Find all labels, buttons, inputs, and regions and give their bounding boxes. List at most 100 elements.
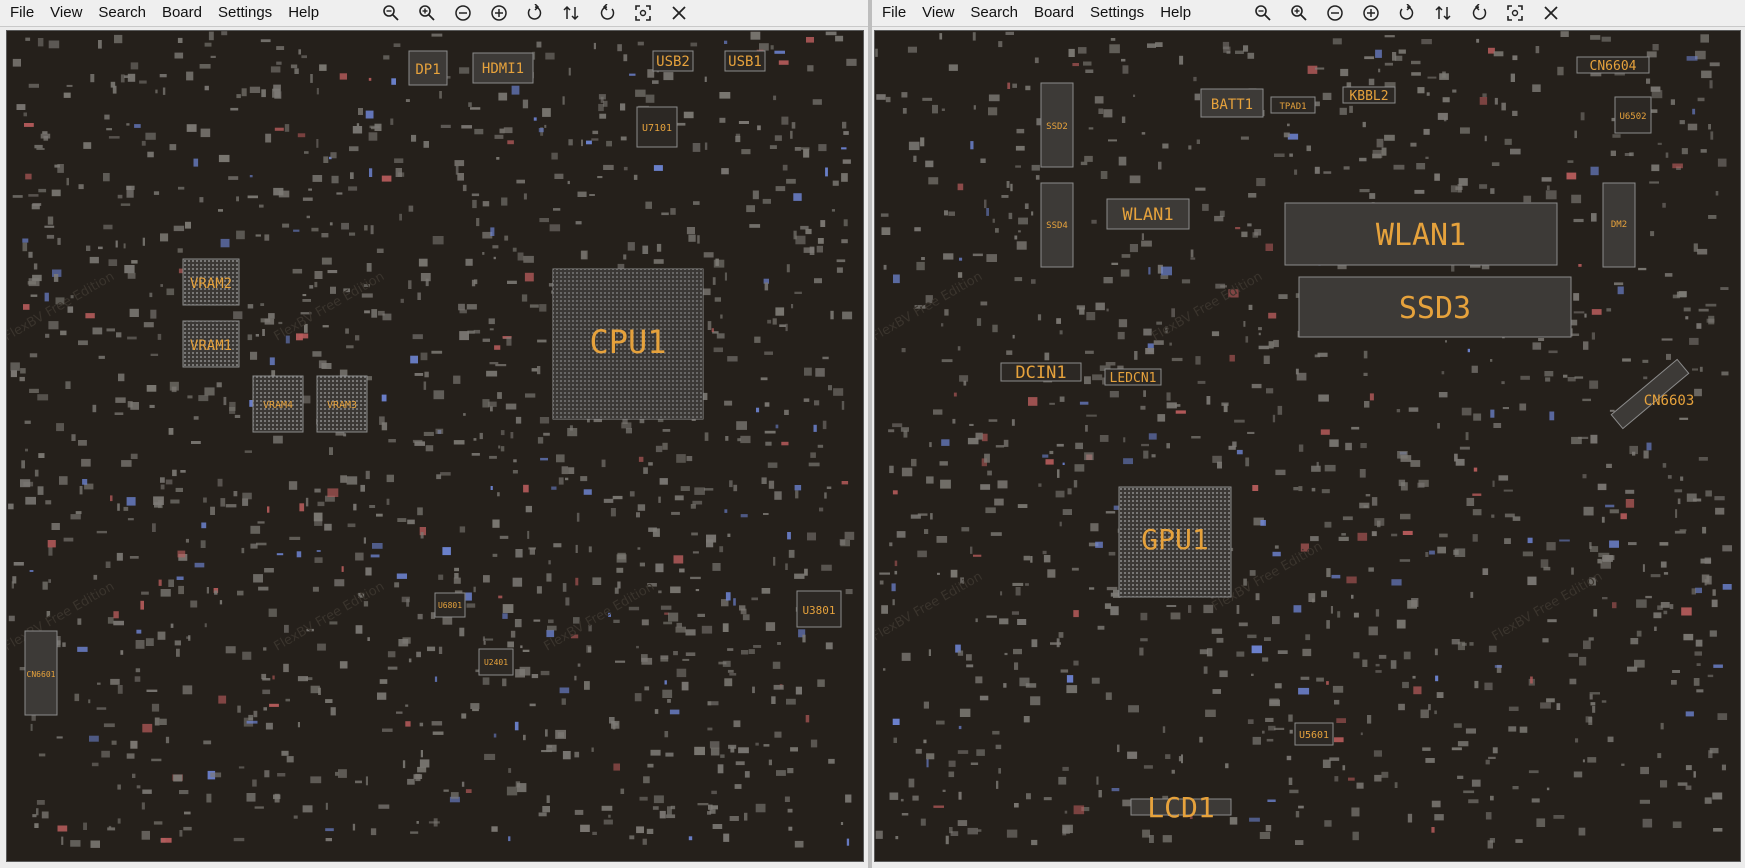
menu-file[interactable]: File bbox=[872, 0, 914, 26]
component-label-vram3[interactable]: VRAM3 bbox=[327, 400, 357, 411]
component-label-vram4[interactable]: VRAM4 bbox=[263, 400, 293, 411]
pcb-pad bbox=[1003, 683, 1007, 688]
pcb-pad bbox=[461, 125, 472, 129]
pcb-pad bbox=[1287, 123, 1290, 127]
component-label-usb1[interactable]: USB1 bbox=[728, 54, 762, 70]
zoom-out-icon[interactable] bbox=[1249, 2, 1277, 24]
pcb-pad bbox=[1025, 85, 1031, 91]
pcb-pad bbox=[1249, 817, 1260, 822]
pcb-pad bbox=[203, 740, 212, 745]
component-label-dp1[interactable]: DP1 bbox=[415, 62, 440, 78]
pcb-pad bbox=[1375, 670, 1382, 673]
menu-settings[interactable]: Settings bbox=[210, 0, 280, 26]
board-canvas-left[interactable]: FlexBV Free Edition FlexBV Free Edition … bbox=[6, 30, 864, 862]
fit-screen-icon[interactable] bbox=[1501, 2, 1529, 24]
component-label-dcin1[interactable]: DCIN1 bbox=[1015, 363, 1066, 383]
pcb-pad bbox=[879, 572, 890, 575]
component-label-u7101[interactable]: U7101 bbox=[642, 123, 672, 134]
zoom-in-icon[interactable] bbox=[413, 2, 441, 24]
pcb-pad bbox=[784, 409, 789, 415]
rotate-right-icon[interactable] bbox=[1465, 2, 1493, 24]
component-label-lcd1[interactable]: LCD1 bbox=[1147, 791, 1214, 824]
board-canvas-right[interactable]: FlexBV Free Edition FlexBV Free Edition … bbox=[874, 30, 1741, 862]
menu-board[interactable]: Board bbox=[154, 0, 210, 26]
component-label-tpad1[interactable]: TPAD1 bbox=[1279, 102, 1306, 112]
pcb-pad bbox=[591, 747, 594, 752]
pcb-pad bbox=[341, 566, 344, 572]
zoom-plus-circle-icon[interactable] bbox=[1357, 2, 1385, 24]
rotate-right-icon[interactable] bbox=[593, 2, 621, 24]
close-icon[interactable] bbox=[1537, 2, 1565, 24]
pcb-pad bbox=[536, 586, 542, 594]
component-label-ssd3[interactable]: DM2 bbox=[1611, 220, 1627, 230]
pcb-pad bbox=[1620, 513, 1627, 520]
component-label-u6801[interactable]: U6801 bbox=[438, 601, 462, 610]
menu-search[interactable]: Search bbox=[962, 0, 1026, 26]
pcb-pad bbox=[135, 640, 145, 649]
menu-settings[interactable]: Settings bbox=[1082, 0, 1152, 26]
pcb-pad bbox=[1025, 683, 1037, 688]
menu-view[interactable]: View bbox=[42, 0, 90, 26]
component-label-usb2[interactable]: USB2 bbox=[656, 54, 690, 70]
pcb-pad bbox=[1288, 714, 1293, 722]
menu-help[interactable]: Help bbox=[280, 0, 327, 26]
pcb-pad bbox=[1252, 736, 1261, 745]
menu-help[interactable]: Help bbox=[1152, 0, 1199, 26]
board-view-right[interactable]: FlexBV Free Edition FlexBV Free Edition … bbox=[875, 31, 1741, 862]
component-label-ssd2[interactable]: SSD2 bbox=[1046, 122, 1068, 132]
component-label-u2401[interactable]: U2401 bbox=[484, 658, 508, 667]
zoom-minus-circle-icon[interactable] bbox=[449, 2, 477, 24]
rotate-left-icon[interactable] bbox=[521, 2, 549, 24]
component-label-ledcn1[interactable]: LEDCN1 bbox=[1110, 371, 1157, 386]
component-label-dm1[interactable]: SSD3 bbox=[1399, 291, 1471, 326]
pcb-pad bbox=[1108, 551, 1116, 556]
component-label-u5601[interactable]: U5601 bbox=[1299, 730, 1329, 741]
component-label-u6502[interactable]: U6502 bbox=[1619, 112, 1646, 122]
component-label-dm2[interactable]: WLAN1 bbox=[1376, 218, 1466, 253]
component-label-gpu1[interactable]: GPU1 bbox=[1141, 523, 1208, 556]
pcb-pad bbox=[134, 124, 141, 128]
fit-screen-icon[interactable] bbox=[629, 2, 657, 24]
pcb-pad bbox=[636, 826, 644, 834]
pcb-pad bbox=[1113, 505, 1120, 510]
component-label-cn6601[interactable]: CN6601 bbox=[27, 670, 56, 679]
pcb-pad bbox=[1721, 371, 1729, 376]
board-view-left[interactable]: FlexBV Free Edition FlexBV Free Edition … bbox=[7, 31, 864, 862]
pcb-pad bbox=[764, 402, 770, 407]
pcb-pad bbox=[187, 395, 193, 399]
component-label-kbbl2[interactable]: KBBL2 bbox=[1349, 89, 1388, 104]
close-icon[interactable] bbox=[665, 2, 693, 24]
zoom-plus-circle-icon[interactable] bbox=[485, 2, 513, 24]
component-label-ssd4[interactable]: SSD4 bbox=[1046, 221, 1068, 231]
menu-file[interactable]: File bbox=[0, 0, 42, 26]
zoom-minus-circle-icon[interactable] bbox=[1321, 2, 1349, 24]
menu-view[interactable]: View bbox=[914, 0, 962, 26]
flip-icon[interactable] bbox=[557, 2, 585, 24]
pcb-pad bbox=[30, 294, 38, 297]
component-label-vram2[interactable]: VRAM2 bbox=[190, 276, 232, 292]
component-label-cn6603[interactable]: CN6603 bbox=[1644, 393, 1695, 409]
pcb-pad bbox=[1590, 702, 1596, 706]
menu-search[interactable]: Search bbox=[90, 0, 154, 26]
pcb-pad bbox=[1074, 464, 1085, 472]
zoom-out-icon[interactable] bbox=[377, 2, 405, 24]
component-label-hdmi1[interactable]: HDMI1 bbox=[482, 61, 524, 77]
pcb-pad bbox=[278, 321, 283, 325]
component-label-cpu1[interactable]: CPU1 bbox=[589, 323, 666, 361]
pcb-pad bbox=[603, 498, 614, 503]
rotate-left-icon[interactable] bbox=[1393, 2, 1421, 24]
component-label-cn6604[interactable]: CN6604 bbox=[1590, 59, 1637, 74]
zoom-in-icon[interactable] bbox=[1285, 2, 1313, 24]
pcb-pad bbox=[515, 416, 522, 424]
component-label-batt1[interactable]: BATT1 bbox=[1211, 97, 1253, 113]
pcb-pad bbox=[601, 805, 613, 811]
component-label-vram1[interactable]: VRAM1 bbox=[190, 338, 232, 354]
component-label-u3801[interactable]: U3801 bbox=[802, 604, 835, 617]
pcb-pad bbox=[1211, 331, 1220, 337]
pcb-pad bbox=[776, 770, 786, 776]
pcb-pad bbox=[680, 486, 690, 491]
pcb-pad bbox=[575, 577, 579, 586]
menu-board[interactable]: Board bbox=[1026, 0, 1082, 26]
flip-icon[interactable] bbox=[1429, 2, 1457, 24]
pcb-pad bbox=[1170, 612, 1181, 620]
